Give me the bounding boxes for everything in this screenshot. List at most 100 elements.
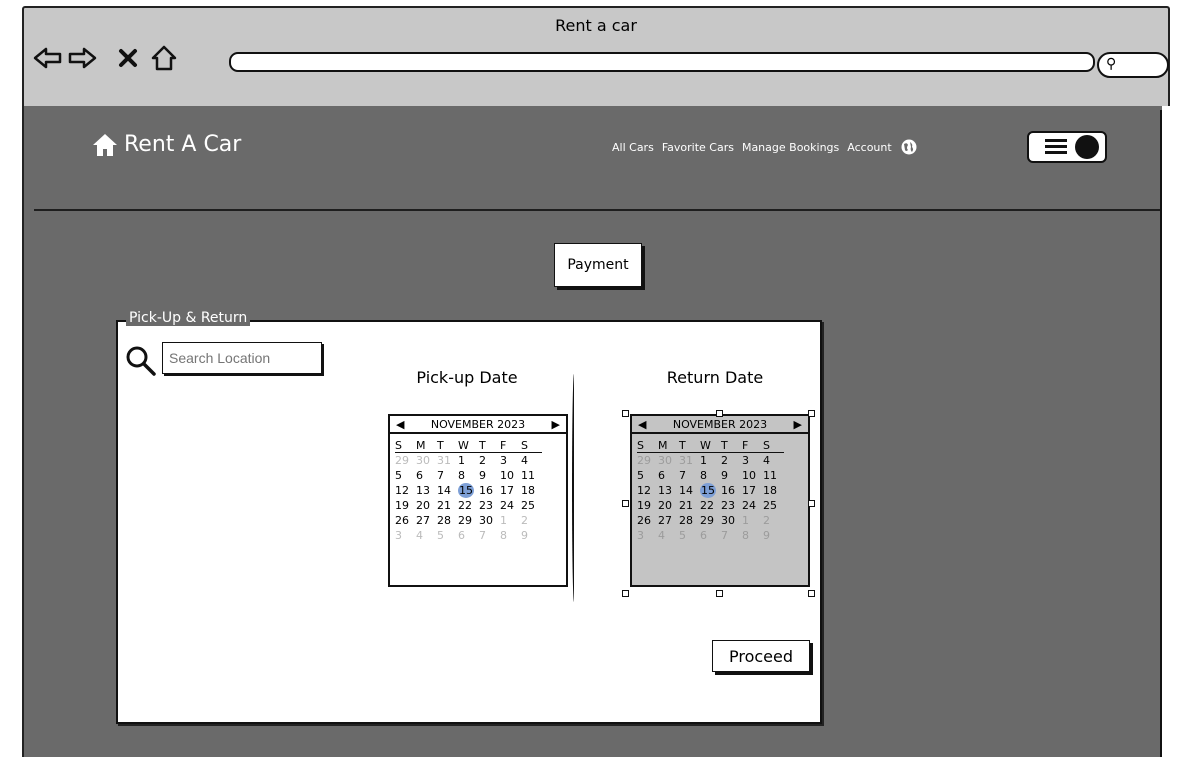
calendar-day[interactable]: 7 [479,528,500,543]
calendar-day[interactable]: 11 [521,468,542,483]
home-icon[interactable] [148,42,180,74]
calendar-day-selected[interactable]: 15 [458,483,474,498]
selection-handle[interactable] [808,500,815,507]
calendar-day[interactable]: 19 [395,498,416,513]
calendar-day[interactable]: 24 [742,498,763,513]
calendar-day[interactable]: 29 [700,513,721,528]
calendar-day[interactable]: 4 [521,453,542,468]
calendar-day[interactable]: 9 [763,528,784,543]
nav-account[interactable]: Account [847,141,891,154]
calendar-day[interactable]: 27 [658,513,679,528]
next-month-icon[interactable]: ▶ [552,418,560,431]
calendar-day[interactable]: 30 [721,513,742,528]
brand-logo[interactable]: Rent A Car [92,132,241,157]
calendar-day[interactable]: 20 [416,498,437,513]
calendar-day[interactable]: 5 [395,468,416,483]
calendar-day[interactable]: 13 [658,483,679,498]
selection-handle[interactable] [808,590,815,597]
calendar-day[interactable]: 6 [458,528,479,543]
prev-month-icon[interactable]: ◀ [396,418,404,431]
calendar-day[interactable]: 26 [637,513,658,528]
menu-toggle-button[interactable] [1027,131,1107,163]
calendar-day[interactable]: 4 [416,528,437,543]
nav-manage-bookings[interactable]: Manage Bookings [742,141,839,154]
calendar-day[interactable]: 30 [479,513,500,528]
calendar-day[interactable]: 7 [679,468,700,483]
calendar-day[interactable]: 2 [721,453,742,468]
calendar-day[interactable]: 19 [637,498,658,513]
calendar-day[interactable]: 9 [721,468,742,483]
selection-handle[interactable] [716,410,723,417]
calendar-day[interactable]: 5 [437,528,458,543]
calendar-day[interactable]: 27 [416,513,437,528]
search-location-input[interactable] [162,342,322,374]
calendar-day[interactable]: 22 [700,498,721,513]
calendar-day[interactable]: 24 [500,498,521,513]
calendar-day[interactable]: 3 [637,528,658,543]
calendar-day[interactable]: 6 [416,468,437,483]
calendar-day[interactable]: 8 [458,468,479,483]
calendar-day[interactable]: 1 [700,453,721,468]
calendar-day[interactable]: 10 [500,468,521,483]
nav-all-cars[interactable]: All Cars [612,141,654,154]
calendar-day[interactable]: 17 [742,483,763,498]
calendar-day[interactable]: 29 [395,453,416,468]
calendar-day[interactable]: 29 [458,513,479,528]
calendar-day-selected[interactable]: 15 [700,483,716,498]
calendar-day[interactable]: 16 [479,483,500,498]
calendar-day[interactable]: 2 [479,453,500,468]
forward-icon[interactable] [66,42,98,74]
calendar-day[interactable]: 8 [700,468,721,483]
calendar-day[interactable]: 25 [521,498,542,513]
address-bar[interactable] [229,52,1095,72]
selection-handle[interactable] [622,410,629,417]
calendar-day[interactable]: 12 [395,483,416,498]
calendar-day[interactable]: 20 [658,498,679,513]
calendar-day[interactable]: 1 [500,513,521,528]
browser-search-button[interactable]: ⚲ [1097,52,1169,78]
calendar-day[interactable]: 31 [679,453,700,468]
calendar-day[interactable]: 21 [679,498,700,513]
selection-handle[interactable] [716,590,723,597]
calendar-day[interactable]: 14 [679,483,700,498]
calendar-day[interactable]: 28 [437,513,458,528]
calendar-day[interactable]: 30 [416,453,437,468]
calendar-day[interactable]: 1 [742,513,763,528]
calendar-day[interactable]: 7 [437,468,458,483]
calendar-day[interactable]: 9 [521,528,542,543]
calendar-day[interactable]: 7 [721,528,742,543]
calendar-day[interactable]: 3 [742,453,763,468]
next-month-icon[interactable]: ▶ [794,418,802,431]
calendar-day[interactable]: 14 [437,483,458,498]
calendar-day[interactable]: 22 [458,498,479,513]
calendar-day[interactable]: 31 [437,453,458,468]
calendar-day[interactable]: 23 [721,498,742,513]
selection-handle[interactable] [622,590,629,597]
calendar-day[interactable]: 8 [500,528,521,543]
calendar-day[interactable]: 2 [763,513,784,528]
calendar-day[interactable]: 5 [637,468,658,483]
calendar-day[interactable]: 4 [763,453,784,468]
calendar-day[interactable]: 16 [721,483,742,498]
prev-month-icon[interactable]: ◀ [638,418,646,431]
calendar-day[interactable]: 23 [479,498,500,513]
calendar-day[interactable]: 17 [500,483,521,498]
selection-handle[interactable] [622,500,629,507]
calendar-day[interactable]: 4 [658,528,679,543]
calendar-day[interactable]: 5 [679,528,700,543]
calendar-day[interactable]: 25 [763,498,784,513]
calendar-day[interactable]: 1 [458,453,479,468]
calendar-day[interactable]: 6 [700,528,721,543]
payment-button[interactable]: Payment [554,243,642,287]
calendar-day[interactable]: 9 [479,468,500,483]
calendar-day[interactable]: 18 [521,483,542,498]
close-icon[interactable] [112,42,144,74]
calendar-day[interactable]: 2 [521,513,542,528]
calendar-day[interactable]: 30 [658,453,679,468]
selection-handle[interactable] [808,410,815,417]
calendar-day[interactable]: 3 [395,528,416,543]
calendar-day[interactable]: 21 [437,498,458,513]
calendar-day[interactable]: 29 [637,453,658,468]
calendar-day[interactable]: 13 [416,483,437,498]
calendar-day[interactable]: 3 [500,453,521,468]
